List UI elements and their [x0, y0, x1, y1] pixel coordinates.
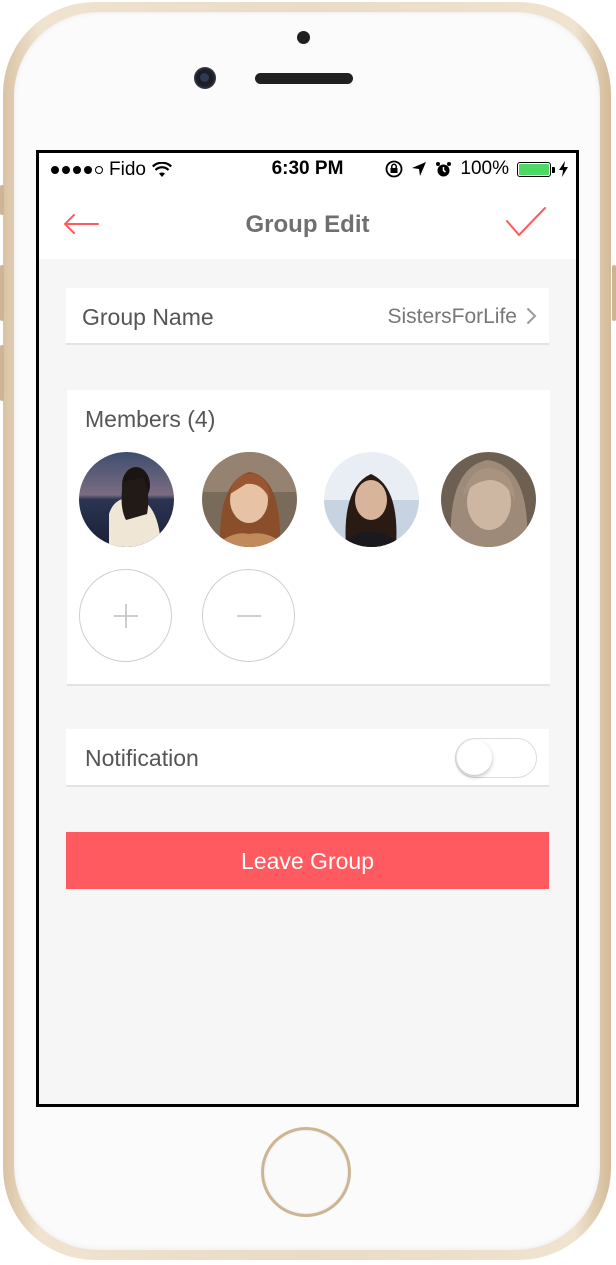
members-card: Members (4): [67, 390, 550, 686]
member-avatar[interactable]: [441, 452, 536, 547]
screen-bezel: Fido 6:30 PM 100% Group Edit Group Name …: [36, 150, 579, 1107]
notification-row: Notification: [66, 729, 549, 787]
notification-toggle[interactable]: [455, 738, 537, 778]
app-screen: Fido 6:30 PM 100% Group Edit Group Name …: [39, 153, 576, 1104]
battery-icon: [517, 161, 555, 177]
plus-icon: [113, 603, 138, 628]
alarm-clock-icon: [436, 161, 452, 176]
chevron-right-icon: [526, 307, 537, 325]
member-photo-3: [324, 452, 419, 547]
toggle-knob: [457, 740, 492, 775]
volume-down-button: [0, 345, 4, 401]
checkmark-icon: [506, 207, 546, 236]
member-avatar[interactable]: [79, 452, 174, 547]
power-button: [612, 265, 616, 321]
member-avatar[interactable]: [324, 452, 419, 547]
add-member-button[interactable]: [79, 569, 172, 662]
members-title: Members (4): [85, 406, 216, 432]
volume-up-button: [0, 265, 4, 321]
proximity-sensor: [297, 31, 310, 44]
member-photo-2: [202, 452, 297, 547]
leave-group-button[interactable]: Leave Group: [66, 832, 549, 889]
earpiece-speaker: [255, 73, 353, 84]
battery-percent: 100%: [460, 158, 509, 179]
member-photo-4: [441, 452, 536, 547]
charging-bolt-icon: [559, 161, 568, 177]
member-avatar[interactable]: [202, 452, 297, 547]
status-right: 100%: [385, 158, 568, 180]
notification-label: Notification: [85, 745, 199, 771]
front-camera: [194, 67, 216, 89]
group-name-row[interactable]: Group Name SistersForLife: [66, 288, 549, 345]
page-title: Group Edit: [245, 211, 370, 238]
home-button[interactable]: [261, 1127, 351, 1217]
member-photo-1: [79, 452, 174, 547]
navigation-bar: Group Edit: [39, 187, 576, 259]
mute-switch: [0, 185, 4, 215]
group-name-label: Group Name: [82, 304, 214, 330]
status-bar: Fido 6:30 PM 100%: [39, 153, 576, 187]
save-button[interactable]: [506, 206, 546, 240]
remove-member-button[interactable]: [202, 569, 295, 662]
rotation-lock-icon: [385, 160, 403, 178]
group-name-value: SistersForLife: [387, 305, 517, 328]
location-arrow-icon: [412, 162, 427, 176]
minus-icon: [236, 614, 261, 617]
